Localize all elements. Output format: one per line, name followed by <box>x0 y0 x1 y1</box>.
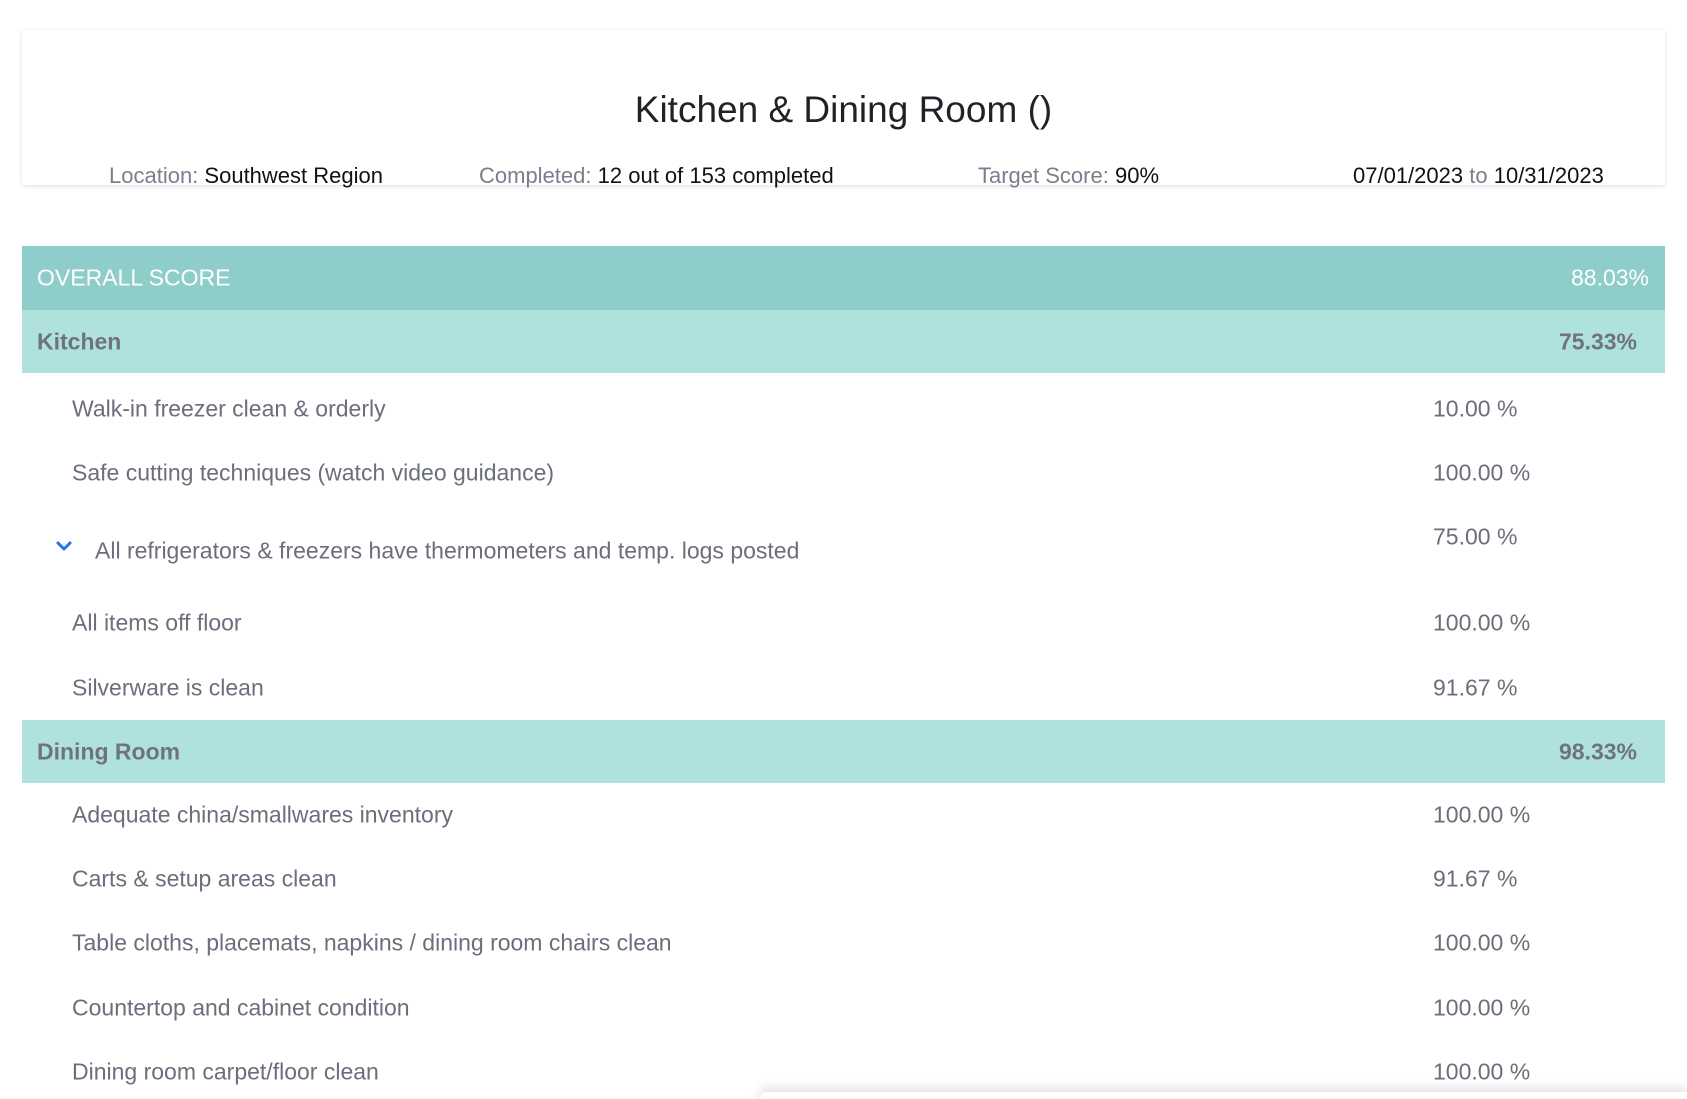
list-item-expandable[interactable]: All refrigerators & freezers have thermo… <box>22 505 1665 585</box>
section-row-kitchen: Kitchen 75.33% <box>22 310 1665 373</box>
item-score: 100.00 % <box>1433 994 1531 1021</box>
overall-score-label: OVERALL SCORE <box>37 264 231 291</box>
bottom-panel-edge <box>760 1092 1687 1099</box>
item-label: All items off floor <box>72 609 242 636</box>
target-score-info: Target Score: 90% <box>978 162 1159 190</box>
date-end: 10/31/2023 <box>1493 163 1604 188</box>
item-label: Safe cutting techniques (watch video gui… <box>72 459 555 486</box>
item-score: 91.67 % <box>1433 674 1518 701</box>
date-separator: to <box>1469 163 1488 188</box>
target-score-label: Target Score: <box>978 163 1109 188</box>
target-score-value: 90% <box>1114 163 1160 188</box>
section-score: 75.33% <box>1558 328 1637 354</box>
list-item: Silverware is clean 91.67 % <box>22 656 1665 720</box>
item-label: All refrigerators & freezers have thermo… <box>95 537 800 564</box>
item-label: Silverware is clean <box>72 674 264 701</box>
item-score: 10.00 % <box>1433 395 1518 422</box>
item-label: Table cloths, placemats, napkins / dinin… <box>72 929 672 956</box>
section-row-dining-room: Dining Room 98.33% <box>22 720 1665 783</box>
item-score: 91.67 % <box>1433 865 1518 892</box>
item-score: 100.00 % <box>1433 929 1531 956</box>
section-score: 98.33% <box>1558 738 1637 764</box>
report-header-card: Kitchen & Dining Room () Location: South… <box>22 30 1665 188</box>
item-score: 100.00 % <box>1433 459 1531 486</box>
completed-value: 12 out of 153 completed <box>597 163 834 188</box>
location-info: Location: Southwest Region <box>109 162 383 190</box>
item-score: 100.00 % <box>1433 801 1531 828</box>
item-label: Walk-in freezer clean & orderly <box>72 395 386 422</box>
page-title: Kitchen & Dining Room () <box>634 89 1053 130</box>
section-label: Dining Room <box>37 738 181 764</box>
item-score: 100.00 % <box>1433 1058 1531 1085</box>
item-score: 75.00 % <box>1433 523 1518 550</box>
list-item: Countertop and cabinet condition 100.00 … <box>22 976 1665 1040</box>
completed-label: Completed: <box>479 163 592 188</box>
location-value: Southwest Region <box>204 163 383 188</box>
report-page: Kitchen & Dining Room () Location: South… <box>0 0 1687 1099</box>
list-item: Adequate china/smallwares inventory 100.… <box>22 783 1665 847</box>
list-item: Carts & setup areas clean 91.67 % <box>22 847 1665 911</box>
list-item: Table cloths, placemats, napkins / dinin… <box>22 911 1665 975</box>
section-label: Kitchen <box>37 328 122 354</box>
item-label: Dining room carpet/floor clean <box>72 1058 379 1085</box>
list-item: All items off floor 100.00 % <box>22 591 1665 655</box>
item-score: 100.00 % <box>1433 609 1531 636</box>
overall-score-value: 88.03% <box>1570 264 1649 291</box>
list-item: Walk-in freezer clean & orderly 10.00 % <box>22 377 1665 441</box>
item-label: Countertop and cabinet condition <box>72 994 410 1021</box>
list-item: Safe cutting techniques (watch video gui… <box>22 441 1665 505</box>
date-range: 07/01/2023 to 10/31/2023 <box>1353 162 1604 190</box>
list-item: Dining room carpet/floor clean 100.00 % <box>22 1040 1665 1099</box>
date-start: 07/01/2023 <box>1353 163 1464 188</box>
chevron-down-icon[interactable] <box>54 535 74 555</box>
overall-score-row: OVERALL SCORE 88.03% <box>22 246 1665 310</box>
location-label: Location: <box>109 163 199 188</box>
item-label: Adequate china/smallwares inventory <box>72 801 453 828</box>
item-label: Carts & setup areas clean <box>72 865 337 892</box>
completed-info: Completed: 12 out of 153 completed <box>479 162 834 190</box>
